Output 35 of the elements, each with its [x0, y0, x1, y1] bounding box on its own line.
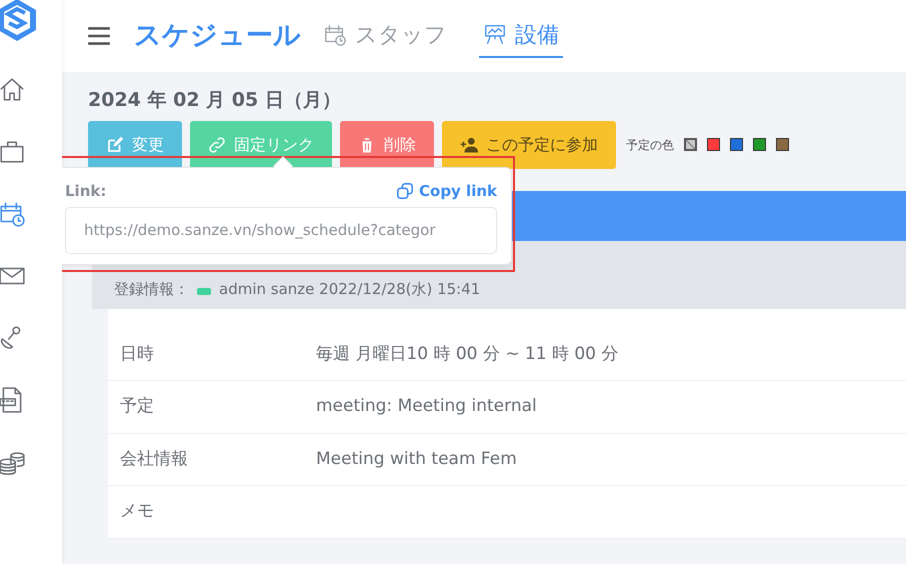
tab[interactable]: 設備 [479, 14, 563, 58]
registration-value: admin sanze 2022/12/28(水) 15:41 [219, 279, 480, 300]
detail-label: 日時 [119, 342, 155, 366]
logo-icon[interactable] [0, 0, 37, 42]
detail-label: 予定 [119, 395, 155, 418]
color-swatch[interactable] [753, 138, 766, 151]
permalink-button[interactable]: 固定リンク [190, 120, 332, 168]
page-title: スケジュール [134, 18, 301, 53]
copy-icon [396, 182, 414, 200]
calendar-icon [323, 23, 347, 47]
color-label: 予定の色 [626, 136, 674, 154]
copy-link-button[interactable]: Copy link [396, 180, 497, 202]
add-person-icon [460, 136, 478, 154]
color-swatch[interactable] [684, 138, 697, 151]
color-swatch[interactable] [776, 138, 789, 151]
status-tag [197, 288, 211, 294]
join-button[interactable]: この予定に参加 [442, 120, 616, 168]
edit-icon [106, 136, 124, 154]
date-heading: 2024 年 02 月 05 日（月） [88, 88, 342, 113]
link-icon [208, 136, 226, 154]
detail-value: 毎週 月曜日10 時 00 分 ~ 11 時 00 分 [316, 342, 618, 366]
registration-label: 登録情報： [114, 279, 189, 300]
link-label: Link: [65, 181, 106, 202]
detail-value: meeting: Meeting internal [316, 395, 537, 418]
detail-value: Meeting with team Fem [316, 448, 517, 470]
board-icon [483, 23, 507, 47]
tab[interactable]: スタッフ [319, 14, 451, 58]
detail-label: メモ [119, 500, 155, 523]
calendar-icon[interactable] [0, 200, 26, 228]
edit-button[interactable]: 変更 [88, 120, 182, 168]
detail-label: 会社情報 [119, 448, 189, 470]
link-field[interactable]: https://demo.sanze.vn/show_schedule?categor [65, 206, 497, 254]
color-swatch[interactable] [707, 138, 720, 151]
color-swatch[interactable] [730, 138, 743, 151]
delete-button[interactable]: 削除 [340, 120, 434, 168]
